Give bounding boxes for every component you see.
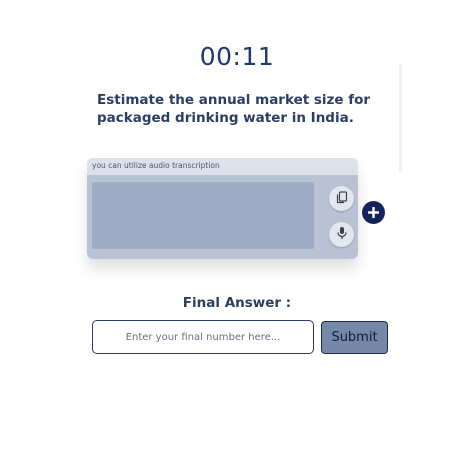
question-text: Estimate the annual market size for pack… — [97, 92, 371, 126]
final-answer-input[interactable] — [92, 320, 314, 354]
add-button[interactable] — [362, 201, 385, 224]
countdown-timer: 00:11 — [199, 42, 275, 71]
transcription-panel: you can utilize audio transcription — [87, 158, 358, 259]
scrollbar-track — [399, 64, 402, 172]
notes-text-area[interactable] — [92, 182, 314, 249]
microphone-button[interactable] — [329, 222, 354, 247]
microphone-icon — [336, 225, 348, 244]
transcription-hint: you can utilize audio transcription — [92, 161, 220, 170]
final-answer-label: Final Answer : — [182, 295, 292, 311]
copy-button[interactable] — [329, 186, 354, 211]
plus-icon — [368, 203, 379, 222]
submit-button[interactable]: Submit — [321, 321, 388, 354]
copy-icon — [336, 189, 348, 208]
transcription-panel-header: you can utilize audio transcription — [87, 158, 358, 175]
